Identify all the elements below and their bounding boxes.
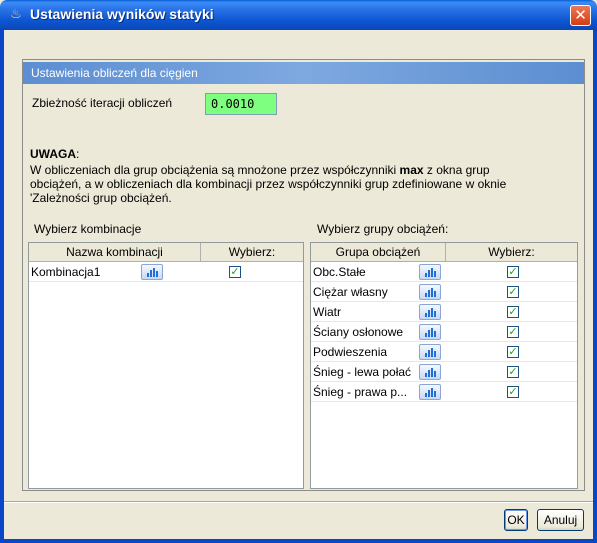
- select-checkbox[interactable]: ✓: [507, 266, 519, 278]
- chart-bars-icon: [425, 368, 437, 377]
- row-name: Obc.Stałe: [313, 265, 366, 279]
- ok-button[interactable]: OK: [504, 509, 528, 531]
- row-name: Wiatr: [313, 305, 341, 319]
- warning-line-1-bold: max: [399, 163, 424, 177]
- edit-factors-button[interactable]: [419, 284, 441, 300]
- column-header-select[interactable]: Wybierz:: [201, 243, 303, 261]
- chart-bars-icon: [425, 388, 437, 397]
- window-frame-right: [593, 30, 597, 543]
- separator: [4, 501, 593, 503]
- load-groups-table-header: Grupa obciążeń Wybierz:: [311, 243, 577, 262]
- select-checkbox[interactable]: ✓: [507, 326, 519, 338]
- table-row[interactable]: Kombinacja1 ✓: [29, 262, 303, 282]
- warning-line-2: obciążeń, a w obliczeniach dla kombinacj…: [30, 177, 507, 191]
- row-name: Śnieg - lewa połać: [313, 365, 412, 379]
- column-header-select[interactable]: Wybierz:: [446, 243, 577, 261]
- warning-line-1: W obliczeniach dla grup obciążenia są mn…: [30, 163, 575, 177]
- table-row[interactable]: Śnieg - prawa p... ✓: [311, 382, 577, 402]
- table-row[interactable]: Podwieszenia ✓: [311, 342, 577, 362]
- close-button[interactable]: ✕: [570, 5, 591, 26]
- close-icon: ✕: [574, 6, 587, 24]
- select-checkbox[interactable]: ✓: [507, 346, 519, 358]
- warning-line-1-post: z okna grup: [423, 163, 490, 177]
- window-frame-left: [0, 30, 4, 543]
- table-row[interactable]: Śnieg - lewa połać ✓: [311, 362, 577, 382]
- combinations-table-header: Nazwa kombinacji Wybierz:: [29, 243, 303, 262]
- edit-factors-button[interactable]: [419, 304, 441, 320]
- warning-title: UWAGA:: [30, 147, 79, 161]
- chart-bars-icon: [425, 348, 437, 357]
- convergence-input[interactable]: 0.0010: [205, 93, 277, 115]
- select-checkbox[interactable]: ✓: [229, 266, 241, 278]
- dialog-window: ♨ Ustawienia wyników statyki ✕ Ustawieni…: [0, 0, 597, 543]
- load-groups-label: Wybierz grupy obciążeń:: [317, 222, 449, 236]
- warning-line-1-pre: W obliczeniach dla grup obciążenia są mn…: [30, 163, 400, 177]
- warning-title-colon: :: [76, 147, 80, 161]
- chart-bars-icon: [425, 328, 437, 337]
- row-name: Ściany osłonowe: [313, 325, 404, 339]
- app-icon: ♨: [10, 7, 22, 22]
- warning-title-text: UWAGA: [30, 147, 76, 161]
- section-header: Ustawienia obliczeń dla cięgien: [23, 62, 584, 84]
- edit-factors-button[interactable]: [419, 324, 441, 340]
- table-row[interactable]: Obc.Stałe ✓: [311, 262, 577, 282]
- chart-bars-icon: [425, 268, 437, 277]
- chart-bars-icon: [147, 268, 159, 277]
- row-name: Śnieg - prawa p...: [313, 385, 408, 399]
- title-bar[interactable]: ♨ Ustawienia wyników statyki ✕: [0, 0, 597, 30]
- warning-text: W obliczeniach dla grup obciążenia są mn…: [30, 163, 575, 205]
- edit-factors-button[interactable]: [141, 264, 163, 280]
- row-name: Podwieszenia: [313, 345, 388, 359]
- chart-bars-icon: [425, 308, 437, 317]
- table-row[interactable]: Ściany osłonowe ✓: [311, 322, 577, 342]
- row-name: Kombinacja1: [31, 265, 101, 279]
- load-groups-table: Grupa obciążeń Wybierz: Obc.Stałe ✓ Ciężar…: [310, 242, 578, 489]
- window-frame-bottom: [0, 539, 597, 543]
- combinations-table: Nazwa kombinacji Wybierz: Kombinacja1 ✓: [28, 242, 304, 489]
- select-checkbox[interactable]: ✓: [507, 366, 519, 378]
- row-divider: [311, 401, 577, 402]
- table-row[interactable]: Wiatr ✓: [311, 302, 577, 322]
- column-header-combination-name[interactable]: Nazwa kombinacji: [29, 243, 201, 261]
- row-divider: [29, 281, 303, 282]
- convergence-label: Zbieżność iteracji obliczeń: [32, 96, 173, 110]
- edit-factors-button[interactable]: [419, 344, 441, 360]
- combinations-label: Wybierz kombinacje: [34, 222, 142, 236]
- column-header-load-group[interactable]: Grupa obciążeń: [311, 243, 446, 261]
- edit-factors-button[interactable]: [419, 264, 441, 280]
- edit-factors-button[interactable]: [419, 384, 441, 400]
- window-title: Ustawienia wyników statyki: [30, 6, 214, 22]
- warning-line-3: 'Zależności grup obciążeń.: [30, 191, 172, 205]
- row-name: Ciężar własny: [313, 285, 388, 299]
- chart-bars-icon: [425, 288, 437, 297]
- select-checkbox[interactable]: ✓: [507, 286, 519, 298]
- select-checkbox[interactable]: ✓: [507, 386, 519, 398]
- cancel-button[interactable]: Anuluj: [537, 509, 584, 531]
- edit-factors-button[interactable]: [419, 364, 441, 380]
- select-checkbox[interactable]: ✓: [507, 306, 519, 318]
- table-row[interactable]: Ciężar własny ✓: [311, 282, 577, 302]
